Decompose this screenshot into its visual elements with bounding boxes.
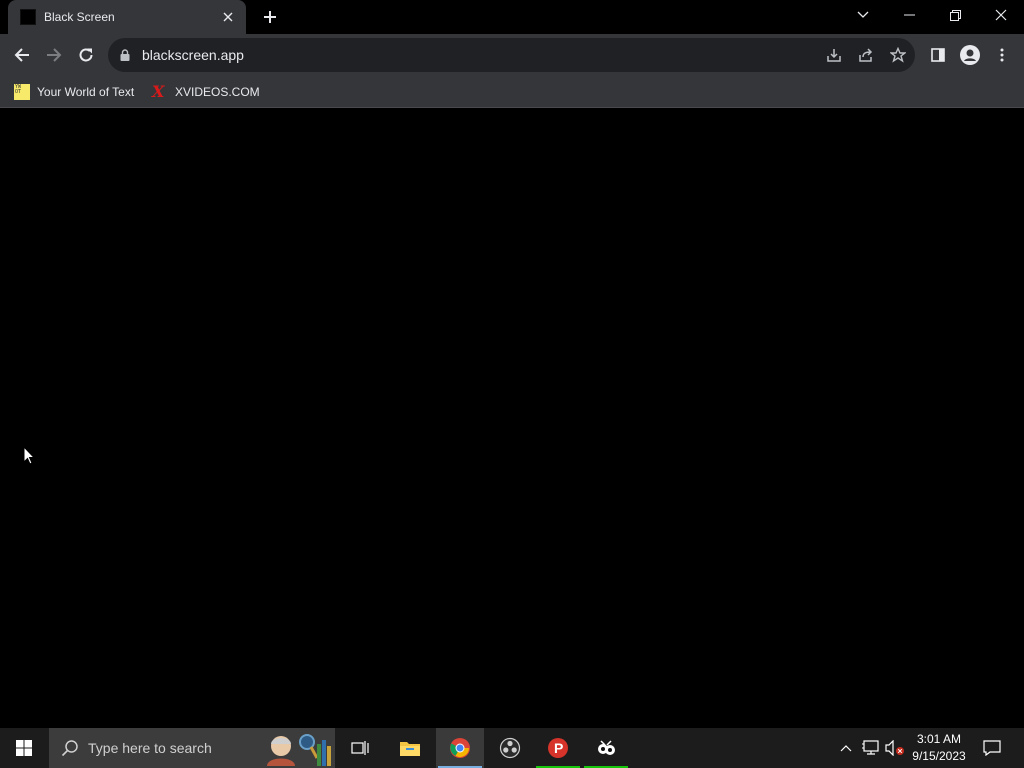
- restore-button[interactable]: [932, 0, 978, 30]
- minimize-button[interactable]: [886, 0, 932, 30]
- chrome-taskbar-icon[interactable]: [436, 728, 484, 768]
- psiphon-icon[interactable]: P: [534, 728, 582, 768]
- new-tab-button[interactable]: [258, 5, 282, 29]
- clock-time: 3:01 AM: [916, 732, 962, 746]
- page-content-black-screen[interactable]: [0, 109, 1024, 728]
- file-explorer-icon[interactable]: [386, 728, 434, 768]
- network-icon[interactable]: [860, 728, 882, 768]
- bookmark-label: Your World of Text: [37, 85, 135, 99]
- tab-favicon: [20, 9, 36, 25]
- bookmark-star-icon[interactable]: [888, 45, 908, 65]
- menu-kebab-icon[interactable]: [988, 41, 1016, 69]
- profile-avatar-icon[interactable]: [956, 41, 984, 69]
- side-panel-icon[interactable]: [924, 41, 952, 69]
- title-bar: Black Screen: [0, 0, 1024, 34]
- tab-search-chevron-icon[interactable]: [840, 0, 886, 30]
- volume-muted-icon[interactable]: [884, 728, 906, 768]
- start-button[interactable]: [0, 728, 48, 768]
- your-world-of-text-favicon-icon: YW OT: [14, 84, 30, 100]
- mouse-pointer-icon: [23, 445, 36, 468]
- address-bar[interactable]: blackscreen.app: [108, 38, 915, 72]
- show-hidden-icons-chevron-icon[interactable]: [836, 728, 856, 768]
- search-icon: [61, 739, 79, 760]
- tab-close-icon[interactable]: [218, 7, 238, 27]
- clock-date: 9/15/2023: [912, 749, 966, 763]
- svg-text:P: P: [554, 740, 563, 756]
- back-button[interactable]: [8, 41, 36, 69]
- share-icon[interactable]: [856, 45, 876, 65]
- url-text[interactable]: blackscreen.app: [142, 47, 244, 63]
- browser-toolbar: blackscreen.app: [0, 34, 1024, 76]
- notification-center-icon[interactable]: [978, 728, 1006, 768]
- forward-button[interactable]: [40, 41, 68, 69]
- search-highlight-illustration-icon: [263, 730, 333, 766]
- bookmark-your-world-of-text[interactable]: YW OT Your World of Text: [14, 81, 134, 103]
- close-window-button[interactable]: [978, 0, 1024, 30]
- search-placeholder: Type here to search: [88, 740, 212, 756]
- install-app-icon[interactable]: [824, 45, 844, 65]
- bookmark-label: XVIDEOS.COM: [175, 85, 260, 99]
- xvideos-favicon-icon: X: [152, 82, 165, 101]
- tab-title: Black Screen: [44, 10, 115, 24]
- bookmark-xvideos[interactable]: X XVIDEOS.COM: [152, 81, 260, 103]
- tab-black-screen[interactable]: Black Screen: [8, 0, 246, 34]
- windows-taskbar: Type here to search P 3:01 AM 9/15/2023: [0, 728, 1024, 768]
- task-view-button[interactable]: [336, 728, 384, 768]
- game-app-icon[interactable]: [582, 728, 630, 768]
- bookmarks-bar: YW OT Your World of Text X XVIDEOS.COM: [0, 76, 1024, 108]
- taskbar-clock[interactable]: 3:01 AM 9/15/2023: [906, 731, 972, 765]
- reload-button[interactable]: [72, 41, 100, 69]
- lock-icon[interactable]: [120, 49, 130, 64]
- taskbar-search-box[interactable]: Type here to search: [49, 728, 335, 768]
- obs-studio-icon[interactable]: [486, 728, 534, 768]
